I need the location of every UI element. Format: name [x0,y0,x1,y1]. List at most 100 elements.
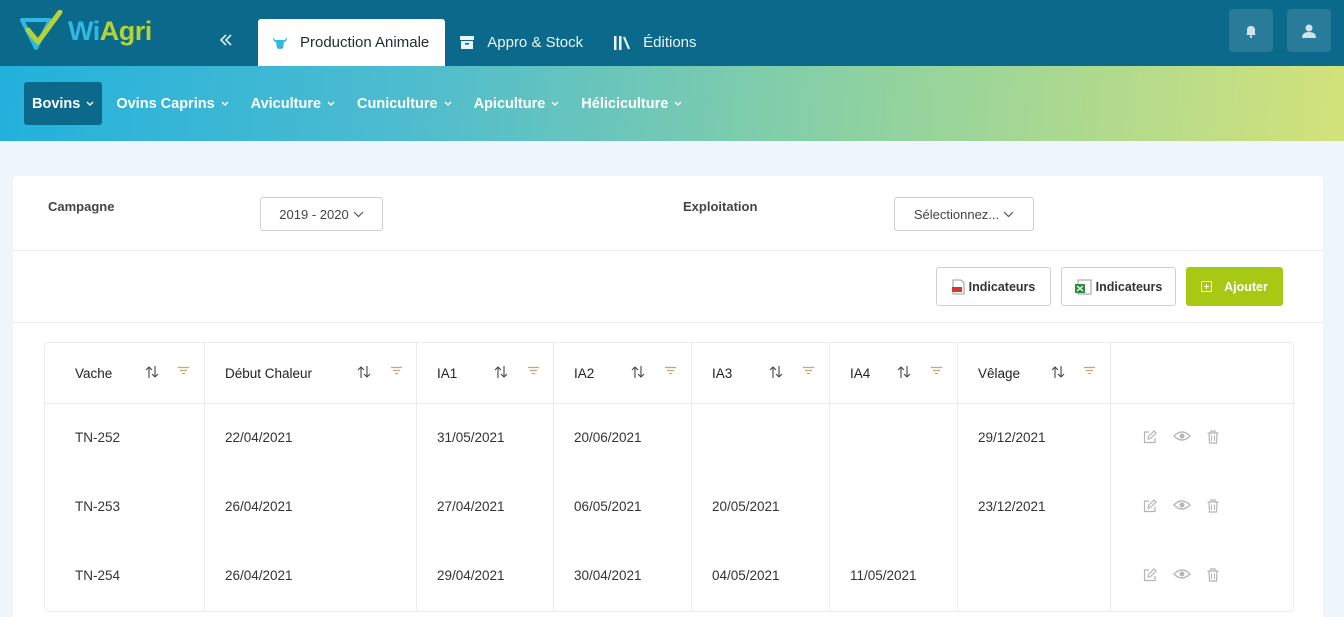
export-pdf-button[interactable]: Indicateurs [936,267,1051,306]
chevron-down-icon [327,101,335,107]
table-row: TN-253 26/04/2021 27/04/2021 06/05/2021 … [45,473,1293,542]
books-icon [613,35,631,51]
column-header-ia4[interactable]: IA4 [830,343,958,403]
cell-ia4: 11/05/2021 [830,542,958,611]
column-header-ia2[interactable]: IA2 [554,343,692,403]
cell-ia1: 29/04/2021 [417,542,554,611]
logo-check-icon [20,10,63,50]
sort-icon[interactable] [897,365,911,379]
column-label: IA4 [850,365,871,381]
sort-icon[interactable] [631,365,645,379]
chevron-down-icon [221,101,229,107]
cell-velage: 23/12/2021 [958,473,1111,542]
edit-icon[interactable] [1143,430,1157,444]
tab-appro-stock[interactable]: Appro & Stock [445,19,599,66]
actions-bar: Indicateurs Indicateurs Ajouter [13,252,1323,323]
edit-icon[interactable] [1143,499,1157,513]
chevron-down-icon [86,101,94,107]
column-header-actions [1111,343,1293,403]
cell-velage: 29/12/2021 [958,404,1111,473]
add-button[interactable]: Ajouter [1186,267,1283,306]
column-header-debut-chaleur[interactable]: Début Chaleur [205,343,417,403]
nav-item-bovins[interactable]: Bovins [24,82,103,125]
logo-text-agri: Agri [99,15,153,46]
nav-item-label: Héliciculture [581,95,669,112]
double-chevron-left-icon [219,34,232,46]
sort-icon[interactable] [357,365,371,379]
trash-icon[interactable] [1207,568,1219,582]
nav-item-ovins-caprins[interactable]: Ovins Caprins [108,82,236,125]
trash-icon[interactable] [1207,430,1219,444]
column-header-ia1[interactable]: IA1 [417,343,554,403]
sort-icon[interactable] [145,365,159,379]
filter-icon[interactable] [803,366,814,375]
cow-icon [272,35,288,51]
main-card: Campagne 2019 - 2020 Exploitation Sélect… [13,176,1323,617]
cell-ia4 [830,473,958,542]
collapse-sidebar-button[interactable] [219,30,233,51]
campagne-select[interactable]: 2019 - 2020 [260,197,383,231]
cell-ia2: 06/05/2021 [554,473,692,542]
cell-ia3: 04/05/2021 [692,542,830,611]
chevron-down-icon [551,101,559,107]
column-label: IA3 [712,365,733,381]
exploitation-select-value: Sélectionnez... [913,206,1000,222]
export-excel-button[interactable]: Indicateurs [1061,267,1176,306]
chevron-down-icon [444,101,452,107]
nav-item-label: Ovins Caprins [116,95,215,112]
nav-item-apiculture[interactable]: Apiculture [466,82,568,125]
box-icon [459,35,475,50]
excel-icon [1074,279,1092,295]
cell-vache: TN-254 [45,542,205,611]
exploitation-select[interactable]: Sélectionnez... [894,197,1034,231]
chevron-down-icon [1003,211,1014,218]
nav-item-aviculture[interactable]: Aviculture [243,82,343,125]
table-header: Vache Début Chaleur IA1 IA2 IA3 IA4 Vêla… [45,343,1293,404]
user-menu-button[interactable] [1287,9,1331,52]
add-button-label: Ajouter [1224,279,1268,294]
column-label: Vêlage [978,365,1021,381]
filter-icon[interactable] [391,366,402,375]
top-actions [1229,9,1331,52]
filter-icon[interactable] [1084,366,1095,375]
campagne-label: Campagne [48,199,115,214]
logo[interactable]: WiAgri [20,10,152,52]
chevron-down-icon [674,101,682,107]
table-row: TN-254 26/04/2021 29/04/2021 30/04/2021 … [45,542,1293,611]
nav-item-label: Aviculture [250,95,322,112]
filter-icon[interactable] [178,366,189,375]
eye-icon[interactable] [1173,430,1191,442]
chevron-down-icon [353,211,364,218]
tab-label: Production Animale [300,34,430,51]
eye-icon[interactable] [1173,568,1191,580]
tab-editions[interactable]: Éditions [599,19,712,66]
sort-icon[interactable] [494,365,508,379]
column-header-vache[interactable]: Vache [45,343,205,403]
cell-vache: TN-253 [45,473,205,542]
notifications-button[interactable] [1229,9,1273,52]
cell-ia3 [692,404,830,473]
tab-production-animale[interactable]: Production Animale [258,19,446,66]
eye-icon[interactable] [1173,499,1191,511]
trash-icon[interactable] [1207,499,1219,513]
nav-item-label: Bovins [32,95,81,112]
sort-icon[interactable] [1051,365,1065,379]
filter-icon[interactable] [665,366,676,375]
filter-icon[interactable] [528,366,539,375]
cell-actions [1111,542,1293,611]
nav-item-heliciculture[interactable]: Héliciculture [573,82,690,125]
plus-square-icon [1201,281,1213,292]
cell-ia4 [830,404,958,473]
cell-vache: TN-252 [45,404,205,473]
column-header-velage[interactable]: Vêlage [958,343,1111,403]
tab-label: Éditions [643,34,697,51]
filter-icon[interactable] [931,366,942,375]
nav-item-cuniculture[interactable]: Cuniculture [349,82,460,125]
sort-icon[interactable] [769,365,783,379]
column-header-ia3[interactable]: IA3 [692,343,830,403]
cell-debut-chaleur: 26/04/2021 [205,542,417,611]
module-tabs: Production Animale Appro & Stock Édition… [258,19,713,66]
export-pdf-label: Indicateurs [968,279,1036,294]
edit-icon[interactable] [1143,568,1157,582]
cell-ia2: 20/06/2021 [554,404,692,473]
